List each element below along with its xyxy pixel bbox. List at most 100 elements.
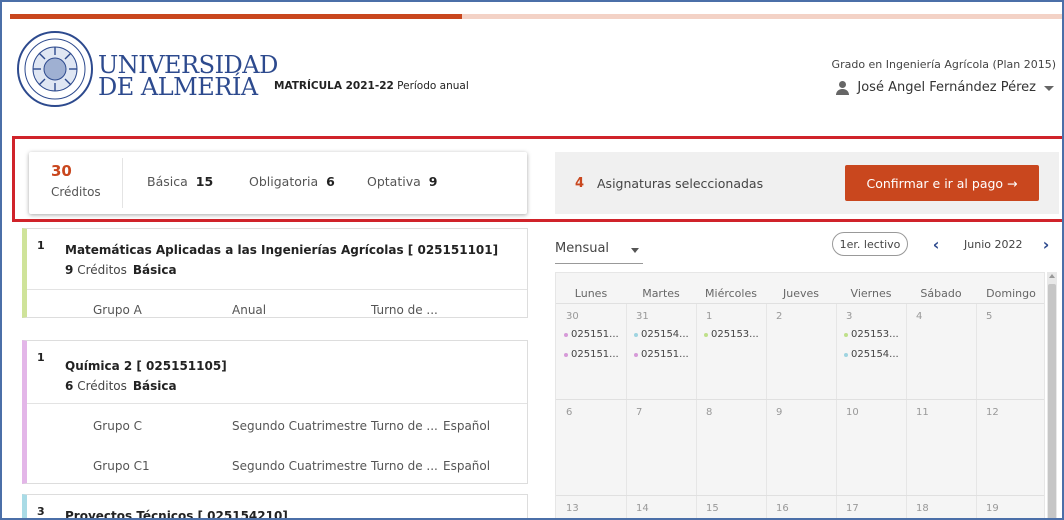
app-window: UNIVERSIDAD DE ALMERÍA MATRÍCULA 2021-22…	[0, 0, 1064, 520]
degree-name: Grado en Ingeniería Agrícola (Plan 2015)	[831, 58, 1056, 71]
course-credits: 9 Créditos Básica	[65, 263, 177, 277]
university-name: UNIVERSIDAD DE ALMERÍA	[98, 53, 278, 99]
highlight-annotation	[12, 136, 1062, 222]
calendar-day-number[interactable]: 4	[916, 311, 922, 322]
calendar-event[interactable]: 025151...	[564, 329, 619, 340]
caret-down-icon	[1044, 86, 1054, 91]
course-year: 3	[37, 505, 45, 518]
weekday-header: Jueves	[783, 287, 819, 300]
calendar-column-divider	[696, 303, 697, 518]
calendar-event-label: 025151...	[571, 349, 619, 360]
calendar-day-number[interactable]: 3	[846, 311, 852, 322]
group-name[interactable]: Grupo C1	[93, 459, 150, 473]
weekday-header: Domingo	[986, 287, 1036, 300]
progress-fill	[10, 14, 463, 19]
calendar-month: Junio 2022	[964, 238, 1023, 251]
calendar-day-number[interactable]: 30	[566, 311, 579, 322]
calendar-event-label: 025151...	[641, 349, 689, 360]
weekday-header: Miércoles	[705, 287, 757, 300]
calendar-day-number[interactable]: 1	[706, 311, 712, 322]
calendar-day-number[interactable]: 14	[636, 503, 649, 514]
calendar-day-number[interactable]: 2	[776, 311, 782, 322]
view-select[interactable]: Mensual	[555, 238, 643, 264]
calendar-event[interactable]: 025153...	[844, 329, 899, 340]
group-period: Anual	[232, 303, 267, 317]
course-card[interactable]: 3 Proyectos Técnicos [ 025154210]	[22, 494, 528, 520]
group-name[interactable]: Grupo A	[93, 303, 142, 317]
group-language: Español	[443, 459, 491, 473]
calendar-day-number[interactable]: 18	[916, 503, 929, 514]
calendar-event[interactable]: 025151...	[634, 349, 689, 360]
chevron-left-icon[interactable]: ‹	[926, 232, 946, 256]
group-name[interactable]: Grupo C	[93, 419, 142, 433]
calendar-day-number[interactable]: 5	[986, 311, 992, 322]
calendar-column-divider	[626, 303, 627, 518]
calendar-day-number[interactable]: 13	[566, 503, 579, 514]
course-title: Química 2 [ 025151105]	[65, 359, 227, 373]
group-period: Segundo Cuatrimestre	[232, 459, 367, 473]
course-card[interactable]: 1 Química 2 [ 025151105] 6 Créditos Básic…	[22, 340, 528, 484]
weekday-header: Lunes	[574, 287, 608, 300]
event-dot-icon	[634, 352, 638, 357]
course-credits-label: Créditos	[77, 263, 127, 277]
calendar-day-number[interactable]: 31	[636, 311, 649, 322]
month-calendar: Lunes Martes Miércoles Jueves Viernes Sábado D…	[555, 272, 1045, 518]
course-title: Proyectos Técnicos [ 025154210]	[65, 509, 288, 520]
group-period: Segundo Cuatrimestre	[232, 419, 367, 433]
calendar-event[interactable]: 025153...	[704, 329, 759, 340]
calendar-day-number[interactable]: 10	[846, 407, 859, 418]
enrollment-title-period: Período anual	[393, 80, 469, 92]
course-credits-value: 6	[65, 379, 74, 393]
enrollment-title: MATRÍCULA 2021-22 Período anual	[274, 80, 469, 92]
course-title: Matemáticas Aplicadas a las Ingenierías …	[65, 243, 499, 257]
calendar-event-label: 025154...	[851, 349, 899, 360]
event-dot-icon	[564, 352, 568, 357]
calendar-event-label: 025153...	[851, 329, 899, 340]
course-year: 1	[37, 351, 45, 364]
course-type: Básica	[132, 379, 177, 393]
calendar-day-number[interactable]: 11	[916, 407, 929, 418]
enrollment-title-year: MATRÍCULA 2021-22	[274, 80, 394, 92]
calendar-day-number[interactable]: 8	[706, 407, 712, 418]
weekday-header: Martes	[642, 287, 680, 300]
course-divider	[27, 289, 527, 290]
calendar-column-divider	[976, 303, 977, 518]
calendar-day-number[interactable]: 16	[776, 503, 789, 514]
event-dot-icon	[564, 332, 568, 337]
calendar-header-divider	[556, 303, 1044, 304]
caret-down-icon	[631, 248, 639, 253]
event-dot-icon	[704, 332, 708, 337]
lectivo-button[interactable]: 1er. lectivo	[832, 232, 908, 256]
course-credits-value: 9	[65, 263, 74, 277]
calendar-event-label: 025154...	[641, 329, 689, 340]
calendar-day-number[interactable]: 7	[636, 407, 642, 418]
calendar-column-divider	[906, 303, 907, 518]
calendar-day-number[interactable]: 17	[846, 503, 859, 514]
course-type: Básica	[132, 263, 177, 277]
chevron-right-icon[interactable]: ›	[1036, 232, 1056, 256]
calendar-event[interactable]: 025154...	[634, 329, 689, 340]
user-menu[interactable]: José Angel Fernández Pérez	[836, 80, 1054, 95]
calendar-row-divider	[556, 399, 1044, 400]
weekday-header: Sábado	[920, 287, 962, 300]
calendar-scrollbar[interactable]	[1047, 272, 1057, 518]
course-credits-label: Créditos	[77, 379, 127, 393]
calendar-column-divider	[836, 303, 837, 518]
calendar-event[interactable]: 025151...	[564, 349, 619, 360]
calendar-event[interactable]: 025154...	[844, 349, 899, 360]
calendar-event-label: 025151...	[571, 329, 619, 340]
calendar-day-number[interactable]: 19	[986, 503, 999, 514]
calendar-day-number[interactable]: 9	[776, 407, 782, 418]
calendar-day-number[interactable]: 15	[706, 503, 719, 514]
calendar-row-divider	[556, 495, 1044, 496]
calendar-day-number[interactable]: 6	[566, 407, 572, 418]
scrollbar-thumb[interactable]	[1048, 284, 1056, 518]
calendar-column-divider	[766, 303, 767, 518]
course-card[interactable]: 1 Matemáticas Aplicadas a las Ingeniería…	[22, 228, 528, 318]
group-turno: Turno de ...	[371, 419, 438, 433]
scroll-up-icon[interactable]	[1049, 274, 1055, 278]
event-dot-icon	[634, 332, 638, 337]
event-dot-icon	[844, 352, 848, 357]
weekday-header: Viernes	[850, 287, 892, 300]
calendar-day-number[interactable]: 12	[986, 407, 999, 418]
